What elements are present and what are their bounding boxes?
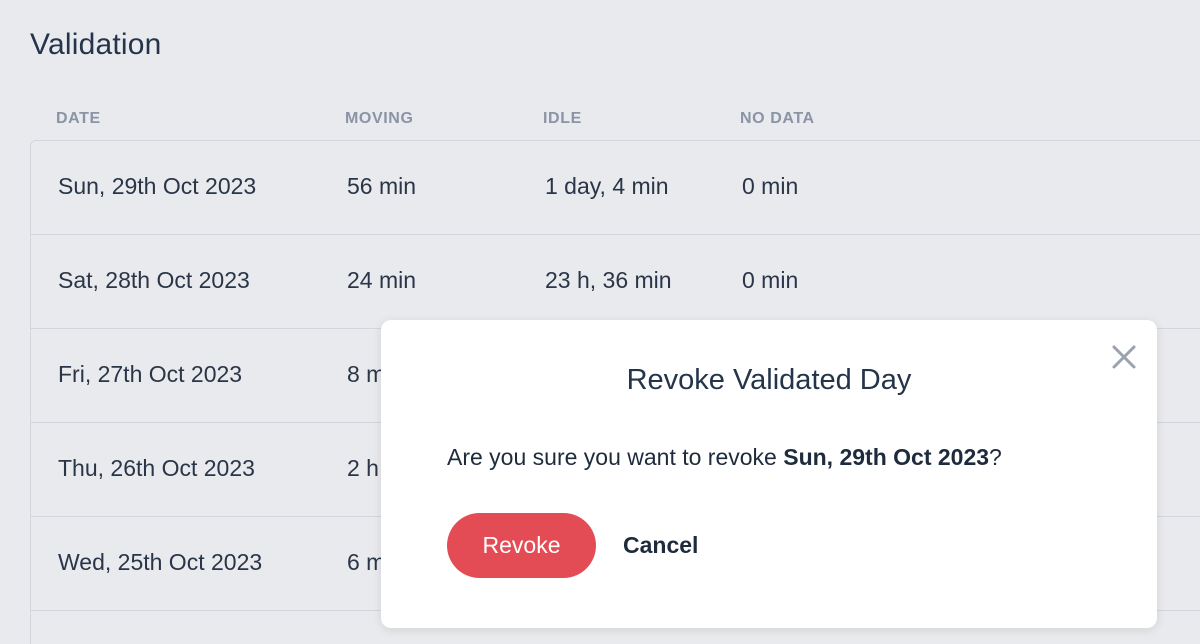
cell-moving: 56 min (347, 173, 417, 199)
cell-no-data: 0 min (742, 173, 799, 199)
revoke-button[interactable]: Revoke (447, 513, 596, 578)
dialog-message-prefix: Are you sure you want to revoke (447, 444, 784, 470)
dialog-message-suffix: ? (989, 444, 1002, 470)
cell-no-data: 0 min (742, 267, 799, 293)
cell-date: Fri, 27th Oct 2023 (58, 361, 243, 387)
revoke-dialog: Revoke Validated Day Are you sure you wa… (381, 320, 1157, 628)
column-header-idle: IDLE (543, 110, 582, 127)
column-header-date: DATE (56, 110, 101, 127)
cancel-button[interactable]: Cancel (607, 513, 714, 578)
cell-date: Thu, 26th Oct 2023 (58, 455, 255, 481)
dialog-message-date: Sun, 29th Oct 2023 (783, 444, 990, 470)
cell-idle: 1 day, 4 min (545, 173, 669, 199)
cell-date: Sun, 29th Oct 2023 (58, 173, 257, 199)
cell-moving: 6 m (347, 549, 386, 575)
cell-idle: 23 h, 36 min (545, 267, 672, 293)
page-title: Validation (30, 28, 162, 61)
close-button[interactable] (1109, 342, 1139, 372)
page: Validation DATE MOVING IDLE NO DATA Sun,… (0, 0, 1200, 644)
cell-date: Wed, 25th Oct 2023 (58, 549, 263, 575)
column-header-no-data: NO DATA (740, 110, 815, 127)
cell-moving: 24 min (347, 267, 417, 293)
cell-date: Sat, 28th Oct 2023 (58, 267, 250, 293)
dialog-message: Are you sure you want to revoke Sun, 29t… (447, 444, 1002, 471)
cell-moving: 8 m (347, 361, 386, 387)
table-row[interactable]: Sat, 28th Oct 2023 24 min 23 h, 36 min 0… (31, 235, 1200, 329)
cell-moving: 2 h (347, 455, 379, 481)
close-icon (1112, 345, 1136, 369)
table-row[interactable]: Sun, 29th Oct 2023 56 min 1 day, 4 min 0… (31, 141, 1200, 235)
column-header-moving: MOVING (345, 110, 414, 127)
dialog-title: Revoke Validated Day (626, 364, 912, 396)
